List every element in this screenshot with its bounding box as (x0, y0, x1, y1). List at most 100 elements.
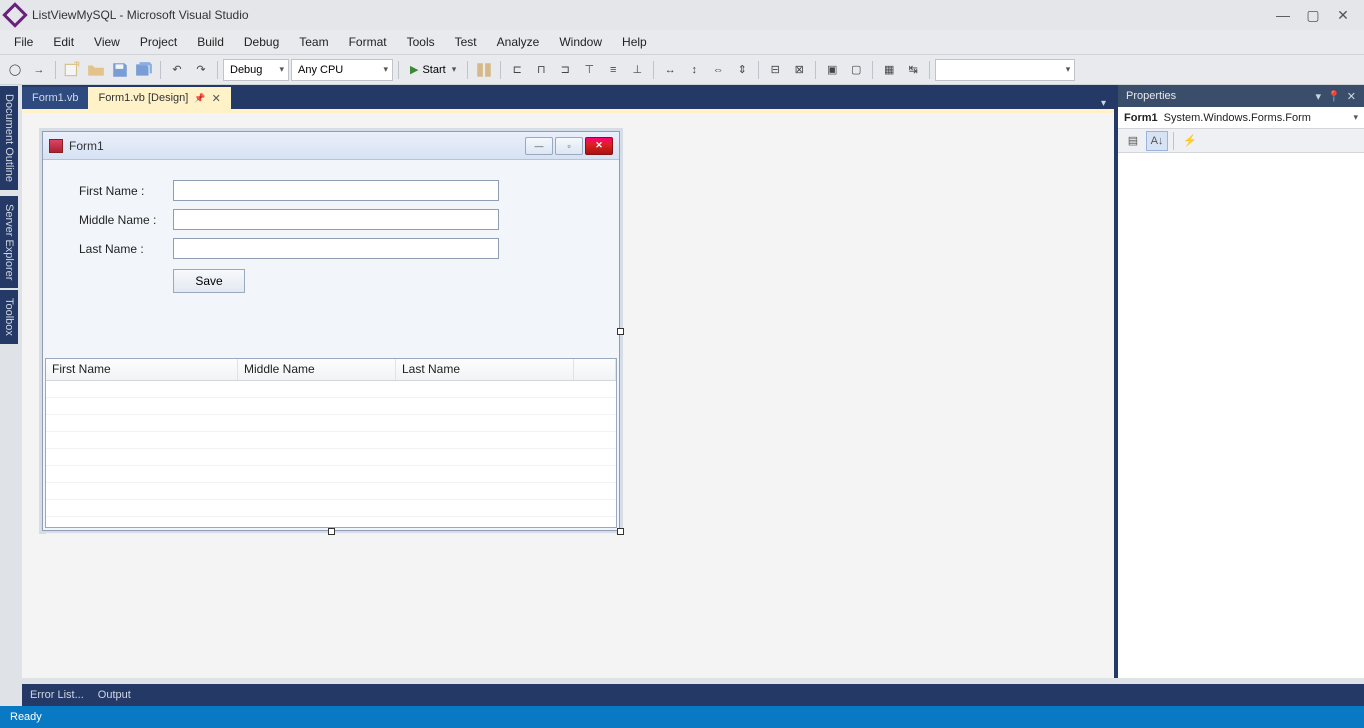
align-center-icon[interactable]: ⊓ (530, 59, 552, 81)
align-right-icon[interactable]: ⊐ (554, 59, 576, 81)
save-button[interactable] (109, 59, 131, 81)
tab-label: Form1.vb (32, 92, 78, 104)
label-last-name: Last Name : (79, 242, 173, 256)
open-file-button[interactable] (85, 59, 107, 81)
close-tab-icon[interactable]: ✕ (212, 92, 221, 105)
events-icon[interactable]: ⚡ (1179, 131, 1201, 151)
column-first-name[interactable]: First Name (46, 359, 238, 380)
designer-canvas[interactable]: Form1 — ▫ ✕ First Name : Middle Name : L… (22, 109, 1114, 678)
grid-icon[interactable]: ▦ (878, 59, 900, 81)
input-middle-name[interactable] (173, 209, 499, 230)
form-minimize-button[interactable]: — (525, 137, 553, 155)
spacing-h-icon[interactable]: ↔ (659, 59, 681, 81)
solution-config-value: Debug (230, 64, 262, 76)
pin-icon[interactable]: 📌 (194, 93, 205, 104)
solution-platform-select[interactable]: Any CPU (291, 59, 393, 81)
save-form-button[interactable]: Save (173, 269, 245, 293)
column-empty (574, 359, 616, 380)
align-middle-icon[interactable]: ≡ (602, 59, 624, 81)
menu-debug[interactable]: Debug (234, 31, 289, 53)
list-row (46, 432, 616, 449)
menu-test[interactable]: Test (445, 31, 487, 53)
resize-handle-corner[interactable] (617, 528, 624, 535)
properties-object-select[interactable]: Form1 System.Windows.Forms.Form (1118, 107, 1364, 129)
undo-button[interactable]: ↶ (166, 59, 188, 81)
properties-grid[interactable] (1118, 153, 1364, 678)
tab-output[interactable]: Output (98, 689, 131, 701)
send-back-icon[interactable]: ▢ (845, 59, 867, 81)
resize-handle-right[interactable] (617, 328, 624, 335)
size-h-icon[interactable]: ⇔ (707, 59, 729, 81)
tab-overflow-button[interactable]: ▾ (1093, 98, 1114, 109)
align-top-icon[interactable]: ⊤ (578, 59, 600, 81)
save-all-button[interactable] (133, 59, 155, 81)
align-bottom-icon[interactable]: ⊥ (626, 59, 648, 81)
close-button[interactable]: ✕ (1328, 5, 1358, 25)
start-debug-button[interactable]: ▶ Start (404, 59, 462, 81)
step-button[interactable] (473, 59, 495, 81)
menu-view[interactable]: View (84, 31, 130, 53)
side-tab-document-outline[interactable]: Document Outline (0, 86, 18, 190)
form-designer-window[interactable]: Form1 — ▫ ✕ First Name : Middle Name : L… (42, 131, 620, 531)
list-row (46, 483, 616, 500)
title-bar: ListViewMySQL - Microsoft Visual Studio … (0, 0, 1364, 30)
solution-config-select[interactable]: Debug (223, 59, 289, 81)
tools-select[interactable] (935, 59, 1075, 81)
redo-button[interactable]: ↷ (190, 59, 212, 81)
menu-tools[interactable]: Tools (397, 31, 445, 53)
nav-back-button[interactable]: ◯ (4, 59, 26, 81)
input-first-name[interactable] (173, 180, 499, 201)
tab-error-list[interactable]: Error List... (30, 689, 84, 701)
side-tab-toolbox[interactable]: Toolbox (0, 290, 18, 344)
tab-form1-design[interactable]: Form1.vb [Design] 📌 ✕ (88, 87, 230, 109)
resize-handle-bottom[interactable] (328, 528, 335, 535)
spacing-v-icon[interactable]: ↕ (683, 59, 705, 81)
list-row (46, 449, 616, 466)
properties-object-type: System.Windows.Forms.Form (1164, 112, 1311, 124)
tab-order-icon[interactable]: ↹ (902, 59, 924, 81)
list-row (46, 398, 616, 415)
maximize-button[interactable]: ▢ (1298, 5, 1328, 25)
panel-pin-icon[interactable]: 📍 (1327, 90, 1341, 103)
categorized-icon[interactable]: ▤ (1122, 131, 1144, 151)
properties-object-name: Form1 (1124, 112, 1158, 124)
main-toolbar: ◯ → ↶ ↷ Debug Any CPU ▶ Start ⊏ ⊓ ⊐ ⊤ ≡ … (0, 55, 1364, 85)
center-h-icon[interactable]: ⊟ (764, 59, 786, 81)
list-row (46, 381, 616, 398)
menu-analyze[interactable]: Analyze (487, 31, 550, 53)
menu-help[interactable]: Help (612, 31, 657, 53)
tab-form1-vb[interactable]: Form1.vb (22, 87, 88, 109)
new-project-button[interactable] (61, 59, 83, 81)
workspace: Form1.vb Form1.vb [Design] 📌 ✕ ▾ Form1 —… (22, 85, 1364, 678)
menu-format[interactable]: Format (339, 31, 397, 53)
panel-dropdown-icon[interactable]: ▾ (1316, 90, 1322, 103)
menu-window[interactable]: Window (549, 31, 612, 53)
listview[interactable]: First Name Middle Name Last Name (45, 358, 617, 528)
size-v-icon[interactable]: ⇕ (731, 59, 753, 81)
panel-close-icon[interactable]: ✕ (1347, 90, 1356, 103)
align-left-icon[interactable]: ⊏ (506, 59, 528, 81)
field-middle-name: Middle Name : (79, 209, 583, 230)
bring-front-icon[interactable]: ▣ (821, 59, 843, 81)
menu-file[interactable]: File (4, 31, 43, 53)
form-maximize-button[interactable]: ▫ (555, 137, 583, 155)
status-bar: Ready (0, 706, 1364, 728)
side-tab-server-explorer[interactable]: Server Explorer (0, 196, 18, 288)
menu-project[interactable]: Project (130, 31, 187, 53)
alphabetical-icon[interactable]: A↓ (1146, 131, 1168, 151)
column-middle-name[interactable]: Middle Name (238, 359, 396, 380)
form-title: Form1 (69, 139, 104, 153)
field-last-name: Last Name : (79, 238, 583, 259)
menu-team[interactable]: Team (289, 31, 338, 53)
input-last-name[interactable] (173, 238, 499, 259)
list-row (46, 500, 616, 517)
nav-forward-button[interactable]: → (28, 59, 50, 81)
minimize-button[interactable]: — (1268, 5, 1298, 25)
form-close-button[interactable]: ✕ (585, 137, 613, 155)
menu-build[interactable]: Build (187, 31, 234, 53)
menu-edit[interactable]: Edit (43, 31, 84, 53)
column-last-name[interactable]: Last Name (396, 359, 574, 380)
form-body: First Name : Middle Name : Last Name : S… (43, 160, 619, 530)
form-icon (49, 139, 63, 153)
center-v-icon[interactable]: ⊠ (788, 59, 810, 81)
